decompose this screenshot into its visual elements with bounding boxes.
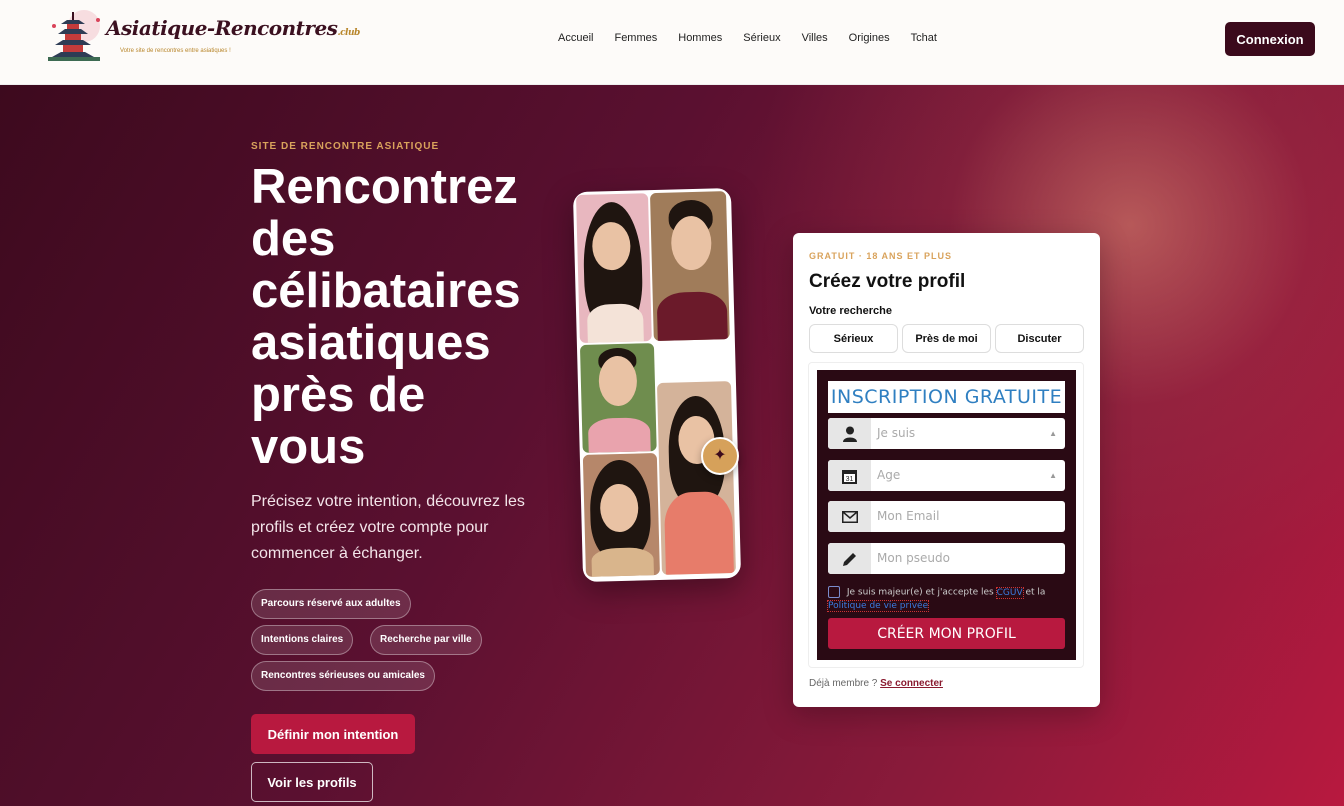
svg-text:31: 31 bbox=[846, 476, 854, 483]
calendar-icon: 31 bbox=[828, 460, 871, 491]
signup-form: INSCRIPTION GRATUITE Je suis ▲ 31 Age ▲ … bbox=[817, 370, 1076, 660]
email-placeholder: Mon Email bbox=[877, 509, 940, 523]
profile-photo[interactable] bbox=[579, 343, 657, 453]
terms-consent: Je suis majeur(e) et j'accepte les CGUV … bbox=[826, 586, 1068, 613]
privacy-policy-link[interactable]: Politique de vie privée bbox=[826, 599, 930, 612]
chip-clear-intentions[interactable]: Intentions claires bbox=[251, 625, 354, 655]
pseudo-placeholder: Mon pseudo bbox=[877, 551, 950, 565]
nav-femmes[interactable]: Femmes bbox=[614, 32, 657, 44]
search-label: Votre recherche bbox=[809, 305, 892, 317]
nav-tchat[interactable]: Tchat bbox=[911, 32, 937, 44]
pencil-icon bbox=[828, 543, 871, 574]
intent-nearby-button[interactable]: Près de moi bbox=[902, 324, 991, 353]
terms-text: Je suis majeur(e) et j'accepte les bbox=[846, 587, 994, 598]
user-icon bbox=[828, 418, 871, 449]
select-arrows-icon: ▲ bbox=[1049, 471, 1057, 480]
cguv-link[interactable]: CGUV bbox=[995, 586, 1024, 599]
logo-wordmark: Asiatique-Rencontres bbox=[106, 16, 338, 40]
site-logo[interactable]: Asiatique-Rencontres.club Votre site de … bbox=[46, 6, 360, 68]
profile-photo[interactable] bbox=[582, 453, 660, 577]
chip-serious-or-friendly[interactable]: Rencontres sérieuses ou amicales bbox=[251, 661, 435, 691]
age-select[interactable]: 31 Age ▲ bbox=[828, 460, 1065, 491]
sparkle-icon: ✦ bbox=[701, 437, 739, 475]
intent-serious-button[interactable]: Sérieux bbox=[809, 324, 898, 353]
view-profiles-button[interactable]: Voir les profils bbox=[251, 762, 373, 802]
terms-and-text: et la bbox=[1025, 587, 1046, 598]
hero-kicker: SITE DE RENCONTRE ASIATIQUE bbox=[251, 141, 440, 152]
sign-in-link[interactable]: Se connecter bbox=[880, 678, 943, 689]
site-header: Asiatique-Rencontres.club Votre site de … bbox=[0, 0, 1344, 85]
envelope-icon bbox=[828, 501, 871, 532]
pseudo-field[interactable]: Mon pseudo bbox=[828, 543, 1065, 574]
profile-photo-collage bbox=[572, 187, 742, 583]
logo-tld: .club bbox=[337, 28, 360, 38]
nav-accueil[interactable]: Accueil bbox=[558, 32, 593, 44]
signup-card: GRATUIT · 18 ANS ET PLUS Créez votre pro… bbox=[793, 233, 1100, 707]
form-title: INSCRIPTION GRATUITE bbox=[828, 381, 1065, 413]
email-field[interactable]: Mon Email bbox=[828, 501, 1065, 532]
already-member: Déjà membre ? Se connecter bbox=[809, 678, 943, 689]
create-profile-button[interactable]: CRÉER MON PROFIL bbox=[828, 618, 1065, 649]
intent-chat-button[interactable]: Discuter bbox=[995, 324, 1084, 353]
terms-checkbox[interactable] bbox=[828, 586, 840, 598]
login-button[interactable]: Connexion bbox=[1225, 22, 1315, 56]
card-kicker: GRATUIT · 18 ANS ET PLUS bbox=[809, 251, 953, 261]
pagoda-icon bbox=[48, 10, 100, 61]
nav-origines[interactable]: Origines bbox=[849, 32, 890, 44]
hero-lead: Précisez votre intention, découvrez les … bbox=[251, 493, 525, 562]
logo-tagline: Votre site de rencontres entre asiatique… bbox=[120, 48, 231, 54]
profile-photo[interactable] bbox=[576, 193, 652, 344]
profile-photo[interactable] bbox=[656, 381, 736, 575]
profile-photo[interactable] bbox=[649, 191, 730, 342]
hero-headline: Rencontrez des célibataires asiatiques p… bbox=[251, 160, 521, 474]
age-placeholder: Age bbox=[877, 468, 901, 482]
nav-serieux[interactable]: Sérieux bbox=[743, 32, 780, 44]
nav-hommes[interactable]: Hommes bbox=[678, 32, 722, 44]
card-title: Créez votre profil bbox=[809, 271, 966, 292]
gender-placeholder: Je suis bbox=[877, 426, 916, 440]
gender-select[interactable]: Je suis ▲ bbox=[828, 418, 1065, 449]
main-nav: Accueil Femmes Hommes Sérieux Villes Ori… bbox=[558, 32, 958, 44]
define-intention-button[interactable]: Définir mon intention bbox=[251, 714, 415, 754]
chip-city-search[interactable]: Recherche par ville bbox=[370, 625, 482, 655]
nav-villes[interactable]: Villes bbox=[802, 32, 828, 44]
select-arrows-icon: ▲ bbox=[1049, 429, 1057, 438]
chip-adults-only[interactable]: Parcours réservé aux adultes bbox=[251, 589, 411, 619]
already-member-text: Déjà membre ? bbox=[809, 678, 878, 689]
